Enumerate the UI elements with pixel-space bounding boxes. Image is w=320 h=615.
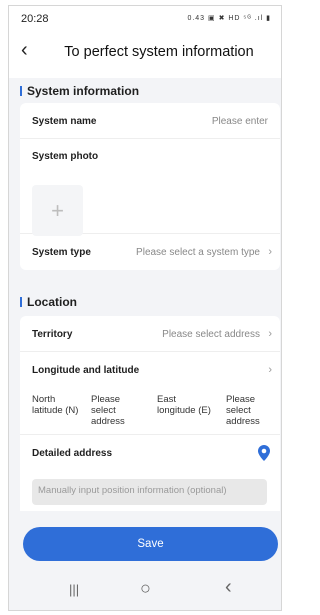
address-input[interactable]: Manually input position information (opt…: [32, 479, 267, 505]
east-longitude-label: East longitude (E): [157, 394, 211, 416]
system-nav-bar: ||| ○ ‹: [9, 572, 281, 610]
system-name-row[interactable]: System name Please enter: [20, 103, 280, 139]
detailed-address-row: Detailed address Manually input position…: [20, 435, 280, 511]
longitude-latitude-label: Longitude and latitude: [32, 365, 140, 376]
home-icon[interactable]: ○: [140, 578, 151, 599]
territory-row[interactable]: Territory Please select address ›: [20, 316, 280, 352]
phone-screen: 20:28 0.43 ▣ ✖ HD ⁵ᴳ .ıl ▮ ‹ To perfect …: [8, 5, 282, 611]
system-photo-row: System photo +: [20, 139, 280, 236]
save-button[interactable]: Save: [23, 527, 278, 561]
detailed-address-label: Detailed address: [32, 448, 113, 459]
system-type-select[interactable]: Please select a system type: [136, 247, 260, 258]
system-type-label: System type: [32, 247, 91, 258]
system-info-card: System name Please enter System photo + …: [20, 103, 280, 270]
app-header: ‹ To perfect system information: [9, 30, 281, 78]
nav-back-icon[interactable]: ‹: [225, 576, 232, 599]
status-icons: 0.43 ▣ ✖ HD ⁵ᴳ .ıl ▮: [187, 15, 271, 22]
north-latitude-value[interactable]: Please select address: [91, 394, 135, 427]
system-type-row[interactable]: System type Please select a system type …: [20, 234, 280, 270]
chevron-right-icon: ›: [268, 364, 272, 376]
section-heading-location: Location: [20, 295, 77, 309]
status-bar: 20:28 0.43 ▣ ✖ HD ⁵ᴳ .ıl ▮: [9, 6, 281, 30]
territory-select[interactable]: Please select address: [162, 329, 260, 340]
system-name-input[interactable]: Please enter: [212, 116, 268, 127]
section-heading-text: System information: [27, 84, 140, 98]
section-accent-bar: [20, 297, 22, 307]
east-longitude-value[interactable]: Please select address: [226, 394, 272, 427]
location-pin-icon[interactable]: [258, 445, 270, 461]
add-photo-button[interactable]: +: [32, 185, 83, 236]
page-title: To perfect system information: [64, 44, 254, 60]
system-photo-label: System photo: [32, 151, 99, 162]
status-time: 20:28: [21, 13, 49, 25]
chevron-right-icon: ›: [268, 246, 272, 258]
section-accent-bar: [20, 86, 22, 96]
territory-label: Territory: [32, 329, 73, 340]
system-name-label: System name: [32, 116, 97, 127]
longitude-latitude-row[interactable]: Longitude and latitude › North latitude …: [20, 352, 280, 435]
north-latitude-label: North latitude (N): [32, 394, 79, 416]
location-card: Territory Please select address › Longit…: [20, 316, 280, 511]
section-heading-system-information: System information: [20, 84, 139, 98]
chevron-right-icon: ›: [268, 328, 272, 340]
section-heading-text: Location: [27, 295, 77, 309]
recent-apps-icon[interactable]: |||: [69, 582, 79, 597]
